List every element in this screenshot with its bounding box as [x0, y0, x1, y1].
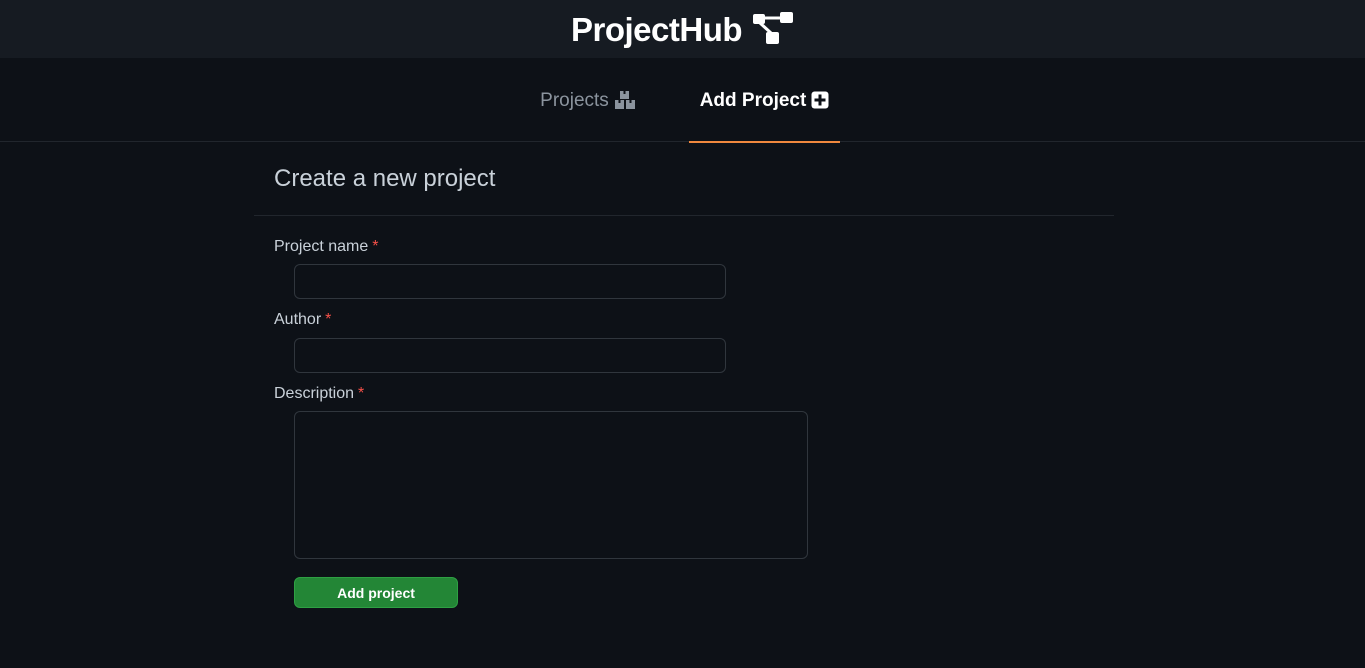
author-input[interactable] — [294, 338, 726, 373]
new-project-form: Create a new project Project name * Autho… — [254, 142, 1114, 608]
plus-square-icon — [811, 91, 829, 109]
tab-projects-label: Projects — [540, 89, 609, 111]
description-label: Description * — [274, 385, 364, 403]
top-header: ProjectHub — [0, 0, 1365, 58]
tab-add-project-label: Add Project — [699, 89, 807, 111]
description-textarea[interactable] — [294, 411, 808, 559]
project-name-label: Project name * — [274, 238, 379, 256]
required-marker: * — [325, 311, 332, 328]
boxes-icon — [614, 90, 636, 110]
form-heading: Create a new project — [254, 142, 1114, 216]
author-label-text: Author — [274, 311, 322, 328]
tab-projects[interactable]: Projects — [527, 58, 649, 142]
project-name-input[interactable] — [294, 264, 726, 299]
project-name-label-text: Project name — [274, 238, 369, 255]
add-project-button[interactable]: Add project — [294, 577, 458, 608]
brand[interactable]: ProjectHub — [571, 12, 794, 46]
required-marker: * — [358, 385, 365, 402]
tab-add-project[interactable]: Add Project — [689, 58, 840, 143]
author-label: Author * — [274, 311, 331, 329]
required-marker: * — [372, 238, 379, 255]
app-title: ProjectHub — [570, 10, 743, 48]
description-label-text: Description — [274, 385, 355, 402]
tab-bar: Projects Add Project — [0, 58, 1365, 143]
sitemap-icon — [752, 12, 794, 46]
